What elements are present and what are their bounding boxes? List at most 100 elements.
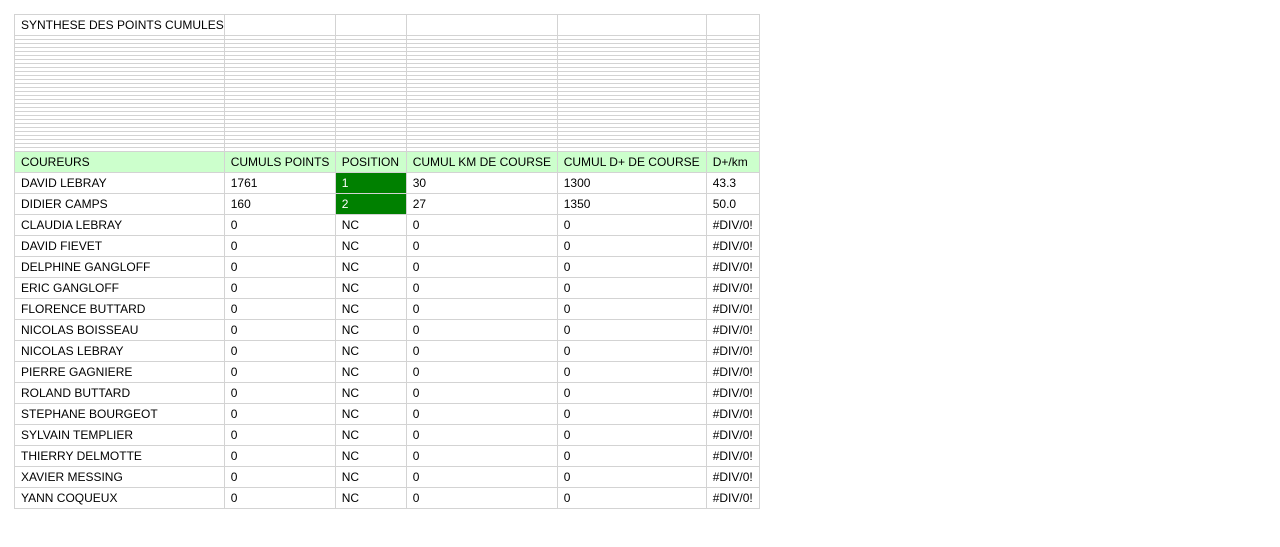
ratio-cell[interactable]: #DIV/0! bbox=[705, 361, 760, 383]
runner-name-cell[interactable]: XAVIER MESSING bbox=[14, 466, 225, 488]
points-cell[interactable]: 0 bbox=[223, 256, 336, 278]
dplus-cell[interactable]: 0 bbox=[556, 382, 707, 404]
position-cell[interactable]: NC bbox=[334, 256, 407, 278]
km-cell[interactable]: 0 bbox=[405, 256, 558, 278]
points-cell[interactable]: 0 bbox=[223, 235, 336, 257]
dplus-cell[interactable]: 0 bbox=[556, 298, 707, 320]
runner-name-cell[interactable]: STEPHANE BOURGEOT bbox=[14, 403, 225, 425]
km-cell[interactable]: 0 bbox=[405, 214, 558, 236]
dplus-cell[interactable]: 0 bbox=[556, 319, 707, 341]
position-cell[interactable]: NC bbox=[334, 487, 407, 509]
header-dplus-km[interactable]: D+/km bbox=[705, 151, 760, 173]
header-cumul-dplus[interactable]: CUMUL D+ DE COURSE bbox=[556, 151, 707, 173]
position-cell[interactable]: NC bbox=[334, 382, 407, 404]
points-cell[interactable]: 0 bbox=[223, 466, 336, 488]
ratio-cell[interactable]: #DIV/0! bbox=[705, 340, 760, 362]
ratio-cell[interactable]: 43.3 bbox=[705, 172, 760, 194]
points-cell[interactable]: 0 bbox=[223, 382, 336, 404]
empty-cell[interactable] bbox=[705, 14, 760, 36]
points-cell[interactable]: 0 bbox=[223, 277, 336, 299]
runner-name-cell[interactable]: ROLAND BUTTARD bbox=[14, 382, 225, 404]
runner-name-cell[interactable]: FLORENCE BUTTARD bbox=[14, 298, 225, 320]
ratio-cell[interactable]: #DIV/0! bbox=[705, 424, 760, 446]
runner-name-cell[interactable]: DIDIER CAMPS bbox=[14, 193, 225, 215]
position-cell[interactable]: NC bbox=[334, 466, 407, 488]
dplus-cell[interactable]: 1350 bbox=[556, 193, 707, 215]
position-cell[interactable]: NC bbox=[334, 361, 407, 383]
header-cumuls-points[interactable]: CUMULS POINTS bbox=[223, 151, 336, 173]
position-cell[interactable]: NC bbox=[334, 340, 407, 362]
ratio-cell[interactable]: #DIV/0! bbox=[705, 256, 760, 278]
points-cell[interactable]: 0 bbox=[223, 298, 336, 320]
empty-cell[interactable] bbox=[556, 14, 707, 36]
ratio-cell[interactable]: #DIV/0! bbox=[705, 235, 760, 257]
ratio-cell[interactable]: #DIV/0! bbox=[705, 403, 760, 425]
km-cell[interactable]: 0 bbox=[405, 361, 558, 383]
points-cell[interactable]: 0 bbox=[223, 319, 336, 341]
dplus-cell[interactable]: 0 bbox=[556, 445, 707, 467]
km-cell[interactable]: 0 bbox=[405, 340, 558, 362]
position-cell[interactable]: 2 bbox=[334, 193, 407, 215]
dplus-cell[interactable]: 0 bbox=[556, 361, 707, 383]
ratio-cell[interactable]: #DIV/0! bbox=[705, 487, 760, 509]
runner-name-cell[interactable]: CLAUDIA LEBRAY bbox=[14, 214, 225, 236]
km-cell[interactable]: 27 bbox=[405, 193, 558, 215]
dplus-cell[interactable]: 0 bbox=[556, 424, 707, 446]
ratio-cell[interactable]: #DIV/0! bbox=[705, 214, 760, 236]
dplus-cell[interactable]: 0 bbox=[556, 466, 707, 488]
km-cell[interactable]: 0 bbox=[405, 487, 558, 509]
runner-name-cell[interactable]: DAVID LEBRAY bbox=[14, 172, 225, 194]
position-cell[interactable]: 1 bbox=[334, 172, 407, 194]
km-cell[interactable]: 0 bbox=[405, 445, 558, 467]
position-cell[interactable]: NC bbox=[334, 445, 407, 467]
dplus-cell[interactable]: 0 bbox=[556, 277, 707, 299]
points-cell[interactable]: 0 bbox=[223, 214, 336, 236]
runner-name-cell[interactable]: NICOLAS BOISSEAU bbox=[14, 319, 225, 341]
runner-name-cell[interactable]: DELPHINE GANGLOFF bbox=[14, 256, 225, 278]
position-cell[interactable]: NC bbox=[334, 319, 407, 341]
header-position[interactable]: POSITION bbox=[334, 151, 407, 173]
position-cell[interactable]: NC bbox=[334, 403, 407, 425]
points-cell[interactable]: 0 bbox=[223, 487, 336, 509]
ratio-cell[interactable]: #DIV/0! bbox=[705, 277, 760, 299]
position-cell[interactable]: NC bbox=[334, 298, 407, 320]
dplus-cell[interactable]: 0 bbox=[556, 340, 707, 362]
ratio-cell[interactable]: 50.0 bbox=[705, 193, 760, 215]
position-cell[interactable]: NC bbox=[334, 214, 407, 236]
points-cell[interactable]: 0 bbox=[223, 340, 336, 362]
dplus-cell[interactable]: 0 bbox=[556, 487, 707, 509]
ratio-cell[interactable]: #DIV/0! bbox=[705, 319, 760, 341]
points-cell[interactable]: 0 bbox=[223, 424, 336, 446]
position-cell[interactable]: NC bbox=[334, 235, 407, 257]
runner-name-cell[interactable]: SYLVAIN TEMPLIER bbox=[14, 424, 225, 446]
points-cell[interactable]: 160 bbox=[223, 193, 336, 215]
header-coureurs[interactable]: COUREURS bbox=[14, 151, 225, 173]
runner-name-cell[interactable]: NICOLAS LEBRAY bbox=[14, 340, 225, 362]
km-cell[interactable]: 0 bbox=[405, 319, 558, 341]
km-cell[interactable]: 0 bbox=[405, 277, 558, 299]
km-cell[interactable]: 0 bbox=[405, 235, 558, 257]
ratio-cell[interactable]: #DIV/0! bbox=[705, 298, 760, 320]
runner-name-cell[interactable]: YANN COQUEUX bbox=[14, 487, 225, 509]
empty-cell[interactable] bbox=[405, 14, 558, 36]
ratio-cell[interactable]: #DIV/0! bbox=[705, 382, 760, 404]
points-cell[interactable]: 0 bbox=[223, 361, 336, 383]
dplus-cell[interactable]: 0 bbox=[556, 214, 707, 236]
header-cumul-km[interactable]: CUMUL KM DE COURSE bbox=[405, 151, 558, 173]
runner-name-cell[interactable]: ERIC GANGLOFF bbox=[14, 277, 225, 299]
runner-name-cell[interactable]: DAVID FIEVET bbox=[14, 235, 225, 257]
points-cell[interactable]: 0 bbox=[223, 403, 336, 425]
dplus-cell[interactable]: 0 bbox=[556, 235, 707, 257]
position-cell[interactable]: NC bbox=[334, 277, 407, 299]
dplus-cell[interactable]: 0 bbox=[556, 403, 707, 425]
empty-cell[interactable] bbox=[223, 14, 336, 36]
km-cell[interactable]: 0 bbox=[405, 298, 558, 320]
km-cell[interactable]: 0 bbox=[405, 466, 558, 488]
runner-name-cell[interactable]: PIERRE GAGNIERE bbox=[14, 361, 225, 383]
dplus-cell[interactable]: 1300 bbox=[556, 172, 707, 194]
sheet-title[interactable]: SYNTHESE DES POINTS CUMULES bbox=[14, 14, 225, 36]
position-cell[interactable]: NC bbox=[334, 424, 407, 446]
runner-name-cell[interactable]: THIERRY DELMOTTE bbox=[14, 445, 225, 467]
km-cell[interactable]: 0 bbox=[405, 424, 558, 446]
km-cell[interactable]: 0 bbox=[405, 382, 558, 404]
